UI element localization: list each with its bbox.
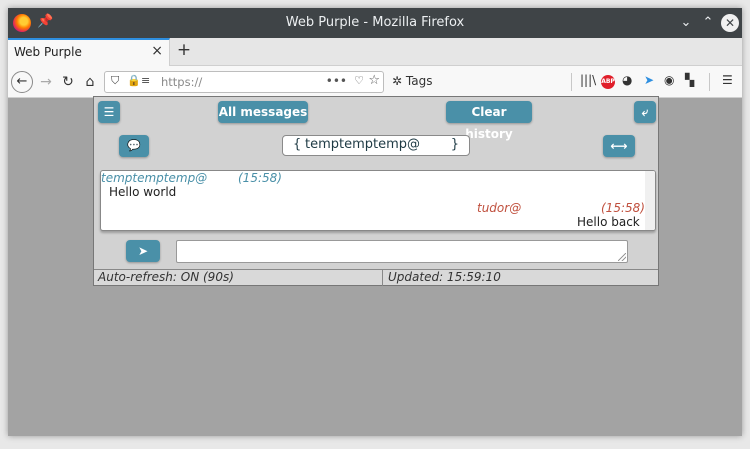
bookmark-star-icon[interactable]: ☆: [368, 73, 380, 88]
toolbar-separator: [571, 73, 572, 91]
message-time: (15:58): [601, 201, 645, 215]
all-messages-button[interactable]: All messages: [218, 101, 308, 123]
title-bar: 📌 Web Purple - Mozilla Firefox ⌄ ⌃ ✕: [8, 8, 742, 38]
tab-close-icon[interactable]: ×: [151, 43, 163, 59]
tags-button[interactable]: ✲ Tags: [392, 74, 432, 88]
adblock-icon[interactable]: ABP: [601, 75, 615, 89]
send-button[interactable]: ➤: [126, 240, 160, 262]
message-sender: tudor@: [477, 201, 522, 215]
menu-icon[interactable]: ☰: [722, 73, 733, 87]
lock-icon[interactable]: 🔒: [127, 74, 141, 87]
navigation-toolbar: ← → ↻ ⌂ ⛉ 🔒 ≡ ••• ♡ ☆ ✲ Tags |||\ ABP ◕ …: [8, 66, 742, 98]
account-icon[interactable]: ◉: [664, 73, 674, 87]
message-text: Hello world: [109, 185, 177, 199]
gear-icon: ✲: [392, 74, 403, 88]
forward-button[interactable]: →: [36, 72, 56, 92]
shield-icon[interactable]: ⛉: [111, 74, 119, 88]
resize-grip-icon[interactable]: [618, 253, 626, 261]
chat-icon[interactable]: 💬: [119, 135, 149, 157]
contact-bracket-open: {: [293, 137, 302, 152]
permissions-icon[interactable]: ≡: [141, 74, 150, 87]
message-compose-input[interactable]: [176, 240, 628, 263]
url-bar[interactable]: ⛉ 🔒 ≡ ••• ♡ ☆: [104, 71, 384, 93]
contact-name: temptemptemp@: [305, 137, 421, 152]
page-actions-icon[interactable]: •••: [326, 74, 347, 88]
status-divider: [382, 270, 383, 286]
window-title: Web Purple - Mozilla Firefox: [285, 15, 465, 30]
clear-history-button[interactable]: Clear history: [446, 101, 532, 141]
tags-label: Tags: [405, 74, 433, 88]
status-bar: Auto-refresh: ON (90s) Updated: 15:59:10: [94, 269, 658, 286]
tab-web-purple[interactable]: Web Purple ×: [8, 38, 170, 66]
updated-status: Updated: 15:59:10: [388, 270, 501, 284]
menu-button[interactable]: ☰: [98, 101, 120, 123]
toolbar-separator: [709, 73, 710, 91]
browser-window: 📌 Web Purple - Mozilla Firefox ⌄ ⌃ ✕ Web…: [8, 8, 742, 436]
minimize-button[interactable]: ⌄: [676, 13, 696, 33]
tab-label: Web Purple: [14, 45, 82, 59]
message-list[interactable]: temptemptemp@ (15:58) Hello world tudor@…: [100, 170, 656, 231]
refresh-button[interactable]: ⤶: [634, 101, 656, 123]
swap-layout-button[interactable]: ⟷: [603, 135, 635, 157]
cursor-icon[interactable]: ➤: [644, 73, 654, 87]
back-button[interactable]: ←: [11, 71, 33, 93]
page-content: ☰ All messages Clear history ⤶ 💬 { tempt…: [8, 96, 742, 436]
new-tab-button[interactable]: +: [174, 40, 194, 60]
reload-button[interactable]: ↻: [58, 72, 78, 92]
url-input[interactable]: [161, 75, 321, 89]
message-time: (15:58): [238, 171, 282, 185]
close-window-button[interactable]: ✕: [721, 14, 739, 32]
tab-strip: Web Purple × +: [8, 38, 742, 66]
contact-bracket-close: }: [450, 137, 459, 152]
auto-refresh-status: Auto-refresh: ON (90s): [98, 270, 234, 284]
message-text: Hello back: [577, 215, 640, 229]
message-sender: temptemptemp@: [101, 171, 208, 185]
home-icon[interactable]: ⌂: [80, 72, 100, 92]
contact-selector[interactable]: { temptemptemp@ }: [282, 135, 470, 156]
library-icon[interactable]: |||\: [580, 73, 596, 87]
extensions-icon[interactable]: ▚: [685, 73, 694, 87]
message-scrollbar[interactable]: [645, 171, 655, 230]
maximize-button[interactable]: ⌃: [698, 13, 718, 33]
extension-icon[interactable]: ◕: [622, 73, 632, 87]
pocket-icon[interactable]: ♡: [354, 74, 364, 87]
chat-app: ☰ All messages Clear history ⤶ 💬 { tempt…: [93, 96, 659, 286]
